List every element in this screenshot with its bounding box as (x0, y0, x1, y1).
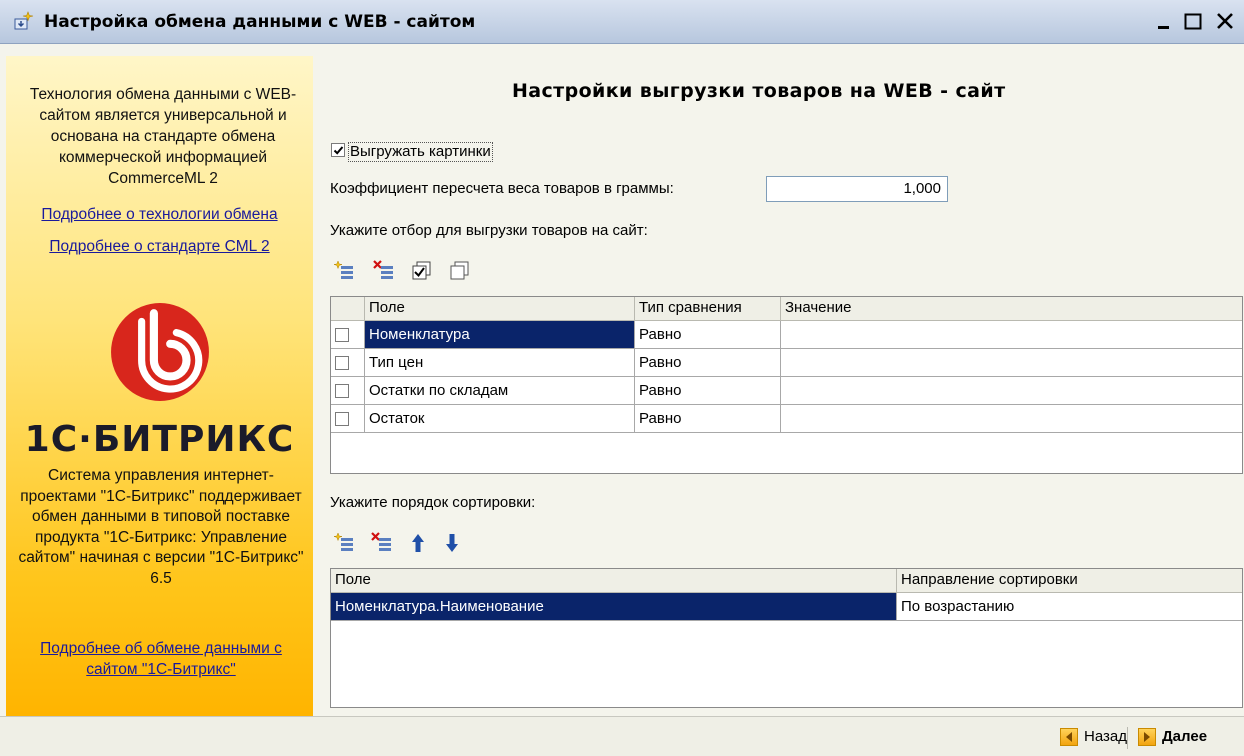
table-row[interactable] (331, 377, 365, 405)
info-sidebar: Технология обмена данными с WEB-сайтом я… (6, 56, 313, 716)
filter-row-value[interactable] (781, 405, 1242, 433)
table-row[interactable] (331, 321, 365, 349)
arrow-right-icon (1138, 728, 1156, 746)
page-title: Настройки выгрузки товаров на WEB - сайт (512, 80, 1006, 102)
add-filter-row-icon[interactable] (333, 260, 355, 282)
filter-row-comparison[interactable]: Равно (635, 321, 781, 349)
sort-row-direction[interactable]: По возрастанию (897, 593, 1242, 621)
filter-table[interactable]: Поле Тип сравнения Значение Номенклатура… (330, 296, 1243, 474)
filter-row-comparison[interactable]: Равно (635, 405, 781, 433)
sort-table[interactable]: Поле Направление сортировки Номенклатура… (330, 568, 1243, 708)
footer-separator (1127, 727, 1128, 749)
link-technology-details[interactable]: Подробнее о технологии обмена (6, 206, 313, 224)
table-row[interactable] (331, 405, 365, 433)
title-bar: Настройка обмена данными с WEB - сайтом (0, 0, 1244, 44)
filter-column-value[interactable]: Значение (781, 297, 1242, 321)
filter-column-field[interactable]: Поле (365, 297, 635, 321)
sidebar-description: Система управления интернет-проектами "1… (18, 467, 304, 587)
back-button-label: Назад (1084, 728, 1127, 745)
window-title: Настройка обмена данными с WEB - сайтом (44, 12, 476, 32)
sort-column-field[interactable]: Поле (331, 569, 897, 593)
delete-sort-row-icon[interactable] (371, 532, 393, 554)
export-images-label: Выгружать картинки (348, 142, 493, 162)
filter-row-checkbox[interactable] (335, 328, 349, 342)
sidebar-intro-text: Технология обмена данными с WEB-сайтом я… (29, 86, 297, 187)
bitrix-logo-icon (109, 301, 211, 403)
maximize-button[interactable] (1182, 10, 1204, 32)
add-sort-row-icon[interactable] (333, 532, 355, 554)
filter-row-comparison[interactable]: Равно (635, 349, 781, 377)
link-cml-standard-details[interactable]: Подробнее о стандарте CML 2 (6, 238, 313, 256)
minimize-button[interactable] (1154, 10, 1176, 32)
export-images-checkbox[interactable] (331, 143, 345, 157)
weight-coefficient-label: Коэффициент пересчета веса товаров в гра… (330, 180, 674, 197)
move-up-icon[interactable] (407, 532, 429, 554)
filter-row-field[interactable]: Остаток (365, 405, 635, 433)
arrow-left-icon (1060, 728, 1078, 746)
sort-column-direction[interactable]: Направление сортировки (897, 569, 1242, 593)
filter-column-mark (331, 297, 365, 321)
uncheck-all-icon[interactable] (449, 260, 471, 282)
weight-coefficient-input[interactable]: 1,000 (766, 176, 948, 202)
filter-row-field[interactable]: Остатки по складам (365, 377, 635, 405)
sort-row-field[interactable]: Номенклатура.Наименование (331, 593, 897, 621)
filter-column-comparison[interactable]: Тип сравнения (635, 297, 781, 321)
wizard-footer: Назад Далее (0, 716, 1244, 756)
sort-section-label: Укажите порядок сортировки: (330, 494, 536, 511)
app-icon (12, 10, 34, 32)
filter-row-checkbox[interactable] (335, 384, 349, 398)
filter-row-comparison[interactable]: Равно (635, 377, 781, 405)
bitrix-brand-name: 1С·БИТРИКС (24, 419, 295, 460)
delete-filter-row-icon[interactable] (373, 260, 395, 282)
filter-row-field[interactable]: Тип цен (365, 349, 635, 377)
link-bitrix-exchange-details[interactable]: Подробнее об обмене данными с сайтом "1С… (16, 638, 306, 680)
table-row[interactable] (331, 349, 365, 377)
move-down-icon[interactable] (441, 532, 463, 554)
filter-row-checkbox[interactable] (335, 356, 349, 370)
filter-row-value[interactable] (781, 321, 1242, 349)
next-button-label: Далее (1162, 728, 1208, 745)
filter-row-checkbox[interactable] (335, 412, 349, 426)
filter-row-field[interactable]: Номенклатура (365, 321, 635, 349)
close-button[interactable] (1214, 10, 1236, 32)
filter-row-value[interactable] (781, 377, 1242, 405)
filter-row-value[interactable] (781, 349, 1242, 377)
filter-section-label: Укажите отбор для выгрузки товаров на са… (330, 222, 648, 239)
check-all-icon[interactable] (411, 260, 433, 282)
